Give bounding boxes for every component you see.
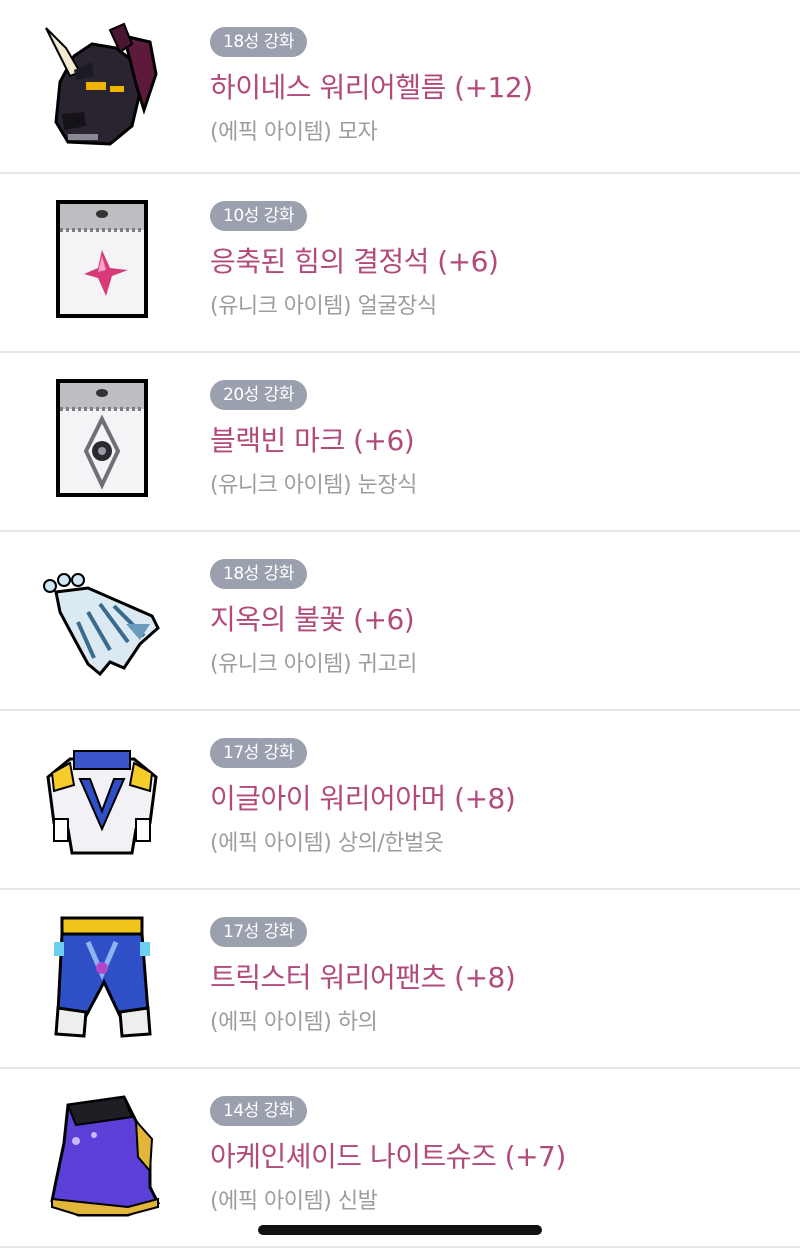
shoes-icon [40, 1091, 164, 1219]
equipment-list: 18성 강화 하이네스 워리어헬름 (+12) (에픽 아이템) 모자 10성 … [0, 0, 800, 1248]
item-type: (유니크 아이템) 귀고리 [210, 652, 417, 677]
item-type: (유니크 아이템) 눈장식 [210, 473, 417, 498]
home-indicator[interactable] [258, 1225, 542, 1235]
star-force-badge: 18성 강화 [210, 27, 307, 57]
list-item[interactable]: 20성 강화 블랙빈 마크 (+6) (유니크 아이템) 눈장식 [0, 353, 800, 532]
item-info: 17성 강화 트릭스터 워리어팬츠 (+8) (에픽 아이템) 하의 [210, 917, 516, 1036]
item-info: 20성 강화 블랙빈 마크 (+6) (유니크 아이템) 눈장식 [210, 380, 417, 499]
item-type: (에픽 아이템) 상의/한벌옷 [210, 831, 444, 856]
item-type: (에픽 아이템) 하의 [210, 1010, 378, 1035]
star-force-badge: 10성 강화 [210, 201, 307, 231]
item-name: 트릭스터 워리어팬츠 (+8) [210, 961, 516, 994]
star-force-badge: 17성 강화 [210, 738, 307, 768]
item-type: (에픽 아이템) 신발 [210, 1189, 378, 1214]
item-name: 이글아이 워리어아머 (+8) [210, 782, 516, 815]
list-item[interactable]: 17성 강화 트릭스터 워리어팬츠 (+8) (에픽 아이템) 하의 [0, 890, 800, 1069]
item-type: (유니크 아이템) 얼굴장식 [210, 294, 437, 319]
armor-icon [40, 733, 164, 861]
item-type: (에픽 아이템) 모자 [210, 120, 378, 145]
list-item[interactable]: 18성 강화 지옥의 불꽃 (+6) (유니크 아이템) 귀고리 [0, 532, 800, 711]
helmet-icon [40, 22, 164, 150]
earring-icon [40, 554, 164, 682]
pants-icon [40, 912, 164, 1040]
list-item[interactable]: 10성 강화 응축된 힘의 결정석 (+6) (유니크 아이템) 얼굴장식 [0, 174, 800, 353]
crystal-face-icon [40, 196, 164, 324]
item-name: 블랙빈 마크 (+6) [210, 424, 415, 457]
item-name: 하이네스 워리어헬름 (+12) [210, 71, 533, 104]
item-info: 18성 강화 지옥의 불꽃 (+6) (유니크 아이템) 귀고리 [210, 559, 417, 678]
eye-mark-icon [40, 375, 164, 503]
list-item[interactable]: 17성 강화 이글아이 워리어아머 (+8) (에픽 아이템) 상의/한벌옷 [0, 711, 800, 890]
item-name: 응축된 힘의 결정석 (+6) [210, 245, 499, 278]
list-item[interactable]: 18성 강화 하이네스 워리어헬름 (+12) (에픽 아이템) 모자 [0, 0, 800, 174]
item-info: 18성 강화 하이네스 워리어헬름 (+12) (에픽 아이템) 모자 [210, 27, 533, 146]
item-name: 아케인셰이드 나이트슈즈 (+7) [210, 1140, 566, 1173]
item-info: 10성 강화 응축된 힘의 결정석 (+6) (유니크 아이템) 얼굴장식 [210, 201, 499, 320]
list-item[interactable]: 14성 강화 아케인셰이드 나이트슈즈 (+7) (에픽 아이템) 신발 [0, 1069, 800, 1248]
item-info: 14성 강화 아케인셰이드 나이트슈즈 (+7) (에픽 아이템) 신발 [210, 1096, 566, 1215]
item-name: 지옥의 불꽃 (+6) [210, 603, 415, 636]
item-info: 17성 강화 이글아이 워리어아머 (+8) (에픽 아이템) 상의/한벌옷 [210, 738, 516, 857]
star-force-badge: 17성 강화 [210, 917, 307, 947]
star-force-badge: 18성 강화 [210, 559, 307, 589]
star-force-badge: 20성 강화 [210, 380, 307, 410]
star-force-badge: 14성 강화 [210, 1096, 307, 1126]
